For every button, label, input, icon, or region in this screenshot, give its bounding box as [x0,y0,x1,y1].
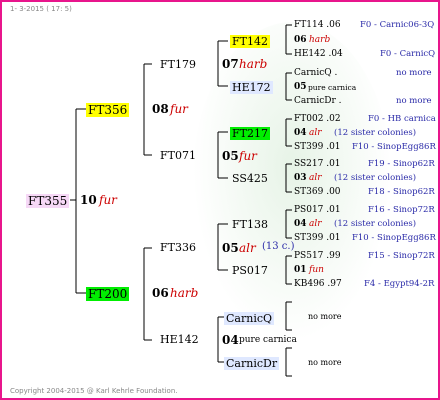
gen5-info: F10 - SinopEgg86R [352,233,436,243]
gen5-info: F0 - HB carnica [368,114,436,124]
gen5-note: (12 sister colonies) [334,173,417,183]
gen3-code[interactable]: FT179 [160,59,196,70]
gen4-code[interactable]: HE172 [230,81,273,94]
gen5-num: 03 [294,173,307,183]
gen3-code[interactable]: FT071 [160,150,196,161]
gen5-race: alr [309,128,322,138]
gen5-code[interactable]: FT114 .06 [294,21,341,30]
gen5-race: fun [309,265,324,275]
gen5-info: no more [396,68,432,78]
gen5-info: F16 - Sinop72R [368,205,435,215]
gen5-info: F0 - Carnic06-3Q [360,20,435,30]
gen1-num: 10 [80,193,97,207]
gen3-num: 05 [222,149,239,163]
gen5-info: F18 - Sinop62R [368,187,435,197]
gen5-code[interactable]: PS017 .01 [294,206,341,215]
gen5-note: (12 sister colonies) [334,219,417,229]
gen5-info: F0 - CarnicQ [380,49,436,59]
gen5-code[interactable]: CarnicQ . [294,69,337,78]
gen5-info: no more [396,96,432,106]
gen4-code[interactable]: CarnicQ [224,312,275,325]
gen5-code[interactable]: CarnicDr . [294,97,342,106]
gen4-code[interactable]: SS425 [232,173,268,184]
gen5-info: F15 - Sinop72R [368,251,435,261]
gen5-note: (12 sister colonies) [334,128,417,138]
gen5-race: alr [309,219,322,229]
gen5-race: harb [309,35,331,45]
gen3-race: harb [239,57,268,71]
gen3-race: pure carnica [239,335,297,345]
gen3-race: alr [239,241,256,255]
gen3-num: 07 [222,57,239,71]
gen5-code[interactable]: ST399 .01 [294,234,341,243]
gen3-num: 04 [222,333,239,347]
gen5-num: 06 [294,35,307,45]
gen2-code[interactable]: FT200 [86,287,130,301]
gen2-race: fur [170,102,188,116]
gen2-race: harb [170,286,199,300]
gen3-race: fur [239,149,257,163]
gen2-num: 06 [152,286,169,300]
gen5-num: 04 [294,128,307,138]
gen2-num: 08 [152,102,169,116]
gen3-code[interactable]: HE142 [160,334,199,345]
gen3-code[interactable]: FT336 [160,242,196,253]
gen5-code[interactable]: SS217 .01 [294,160,341,169]
gen3-extra: (13 c.) [262,241,295,252]
gen5-code[interactable]: ST399 .01 [294,143,341,152]
gen5-num: 01 [294,265,307,275]
gen5-code[interactable]: PS517 .99 [294,252,341,261]
gen4-code[interactable]: FT217 [230,127,270,140]
gen1-race: fur [99,193,117,207]
gen5-info: no more [308,358,342,367]
gen5-info: F19 - Sinop62R [368,159,435,169]
gen4-code[interactable]: FT142 [230,35,270,48]
gen4-code[interactable]: PS017 [232,265,268,276]
copyright: Copyright 2004-2015 @ Karl Kehrle Founda… [10,387,178,395]
gen5-info: F10 - SinopEgg86R [352,142,436,152]
pedigree-frame: 1- 3-2015 ( 17: 5) FT355 10 fur FT356 08… [0,0,440,400]
gen5-code[interactable]: KB496 .97 [294,280,342,289]
gen2-code[interactable]: FT356 [86,103,130,117]
gen3-num: 05 [222,241,239,255]
gen5-code[interactable]: ST369 .00 [294,188,341,197]
gen1-code[interactable]: FT355 [26,194,70,208]
gen5-info: no more [308,312,342,321]
gen4-code[interactable]: FT138 [232,219,268,230]
gen5-race: alr [309,173,322,183]
gen5-code[interactable]: FT002 .02 [294,115,341,124]
gen5-num: 04 [294,219,307,229]
gen5-num: 05 [294,82,307,92]
gen5-info: F4 - Egypt94-2R [364,279,435,289]
gen5-race: pure carnica [308,83,357,92]
gen4-code[interactable]: CarnicDr [224,357,280,370]
gen5-code[interactable]: HE142 .04 [294,50,343,59]
